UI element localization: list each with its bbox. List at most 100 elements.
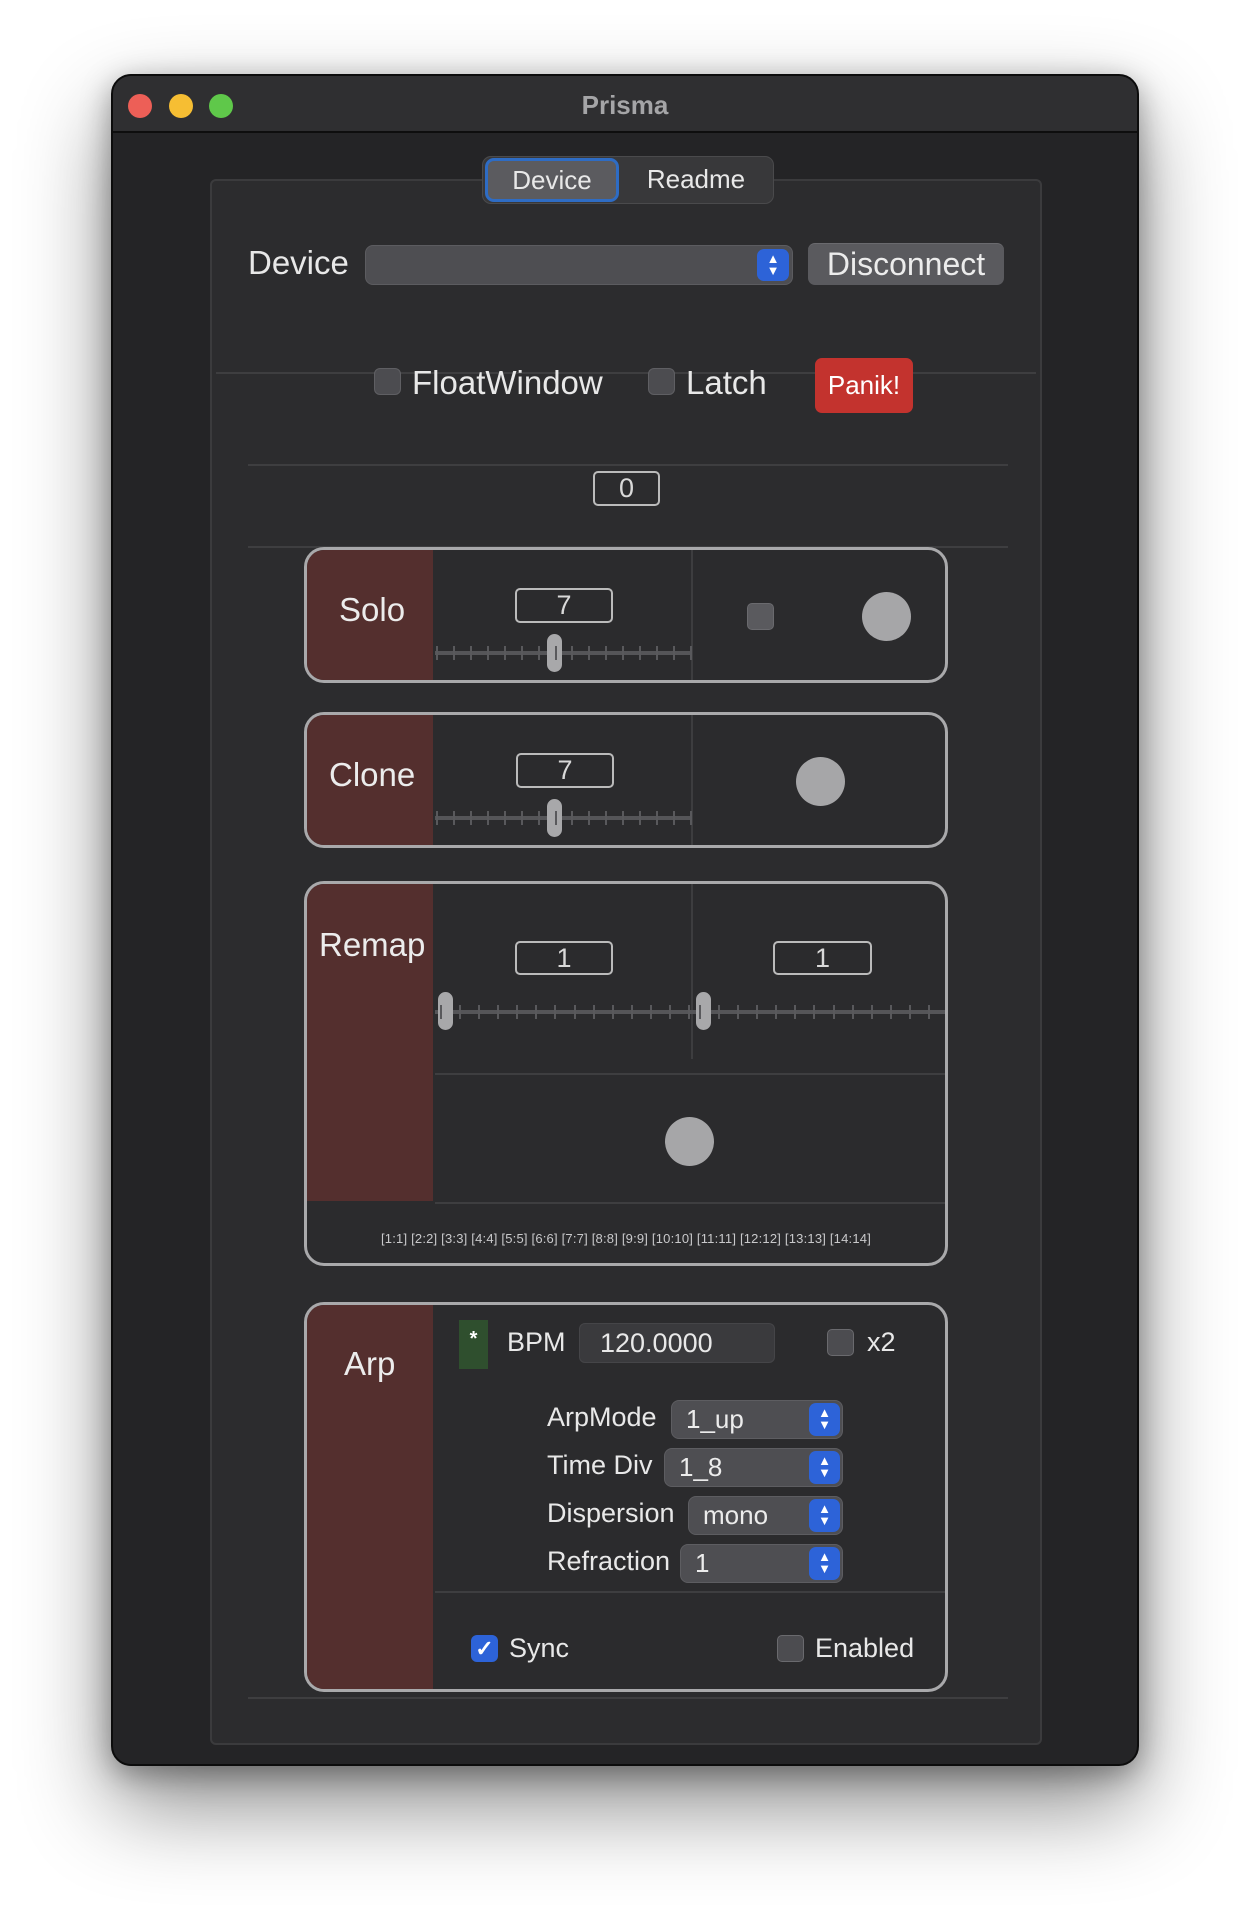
slider-tick [737, 1005, 740, 1019]
slider-tick [588, 811, 591, 825]
remap-left-value-field[interactable]: 1 [515, 941, 613, 975]
slider-tick [588, 646, 591, 660]
sync-checkbox[interactable]: ✓ [471, 1635, 498, 1662]
slider-tick [775, 1005, 778, 1019]
slider-tick [520, 646, 523, 660]
divider [435, 1202, 945, 1204]
slider-tick [668, 1005, 671, 1019]
slider-tick [690, 646, 692, 660]
arpmode-label: ArpMode [547, 1402, 657, 1432]
timediv-select[interactable]: 1_8 ▲ ▼ [664, 1448, 843, 1487]
slider-tick [699, 1005, 701, 1019]
slider-tick [478, 1005, 481, 1019]
divider [691, 550, 693, 680]
chevron-updown-icon: ▲ ▼ [809, 1451, 840, 1484]
tab-bar: Device Readme [482, 156, 774, 204]
arp-star-marker: * [459, 1320, 488, 1369]
remap-indicator [665, 1117, 714, 1166]
slider-tick [486, 811, 489, 825]
slider-tick [440, 1005, 442, 1019]
arp-title: Arp [344, 1345, 396, 1382]
slider-tick [535, 1005, 538, 1019]
bpm-input[interactable]: 120.0000 [579, 1323, 775, 1363]
tab-readme[interactable]: Readme [621, 157, 771, 203]
remap-title: Remap [319, 926, 426, 963]
clone-panel: Clone 7 [304, 712, 948, 848]
solo-indicator [862, 592, 911, 641]
slider-tick [813, 1005, 816, 1019]
arpmode-select[interactable]: 1_up ▲ ▼ [671, 1400, 843, 1439]
slider-tick [889, 1005, 892, 1019]
slider-tick [537, 811, 540, 825]
chevron-updown-icon: ▲ ▼ [757, 249, 789, 281]
slider-tick [503, 646, 506, 660]
slider-tick [537, 646, 540, 660]
slider-tick [469, 646, 472, 660]
timediv-value: 1_8 [679, 1452, 723, 1482]
slider-tick [497, 1005, 500, 1019]
latch-checkbox[interactable] [648, 368, 675, 395]
enabled-checkbox[interactable] [777, 1635, 804, 1662]
remap-right-value-field[interactable]: 1 [773, 941, 872, 975]
x2-label: x2 [867, 1327, 896, 1357]
slider-tick [611, 1005, 614, 1019]
chevron-updown-icon: ▲ ▼ [809, 1547, 840, 1580]
slider-tick [690, 811, 692, 825]
device-label: Device [248, 244, 349, 281]
solo-checkbox[interactable] [747, 603, 774, 630]
solo-slider-track[interactable] [435, 651, 691, 655]
latch-label: Latch [686, 364, 767, 401]
slider-tick [486, 646, 489, 660]
solo-panel: Solo 7 [304, 547, 948, 683]
panik-button[interactable]: Panik! [815, 358, 913, 413]
slider-tick [927, 1005, 930, 1019]
slider-tick [656, 811, 659, 825]
counter-field[interactable]: 0 [593, 471, 660, 506]
slider-tick [673, 811, 676, 825]
chevron-updown-icon: ▲ ▼ [809, 1403, 840, 1436]
bpm-label: BPM [507, 1327, 566, 1357]
refraction-value: 1 [695, 1548, 710, 1578]
slider-tick [571, 811, 574, 825]
slider-tick [573, 1005, 576, 1019]
slider-tick [649, 1005, 652, 1019]
floatwindow-label: FloatWindow [412, 364, 603, 401]
refraction-select[interactable]: 1 ▲ ▼ [680, 1544, 843, 1583]
arp-panel: Arp * BPM 120.0000 x2 ArpMode 1_up ▲ ▼ Ti… [304, 1302, 948, 1692]
title-bar[interactable]: Prisma [113, 76, 1137, 133]
solo-title: Solo [339, 591, 406, 628]
slider-tick [622, 646, 625, 660]
divider [248, 464, 1008, 466]
slider-tick [571, 646, 574, 660]
slider-tick [622, 811, 625, 825]
clone-value-field[interactable]: 7 [516, 753, 614, 788]
disconnect-button[interactable]: Disconnect [808, 243, 1004, 285]
dispersion-select[interactable]: mono ▲ ▼ [688, 1496, 843, 1535]
slider-tick [639, 811, 642, 825]
slider-tick [592, 1005, 595, 1019]
refraction-label: Refraction [547, 1546, 671, 1576]
solo-value-field[interactable]: 7 [515, 588, 613, 623]
sync-label: Sync [509, 1633, 570, 1663]
slider-tick [756, 1005, 759, 1019]
device-select[interactable]: ▲ ▼ [365, 245, 793, 285]
x2-checkbox[interactable] [827, 1329, 854, 1356]
arpmode-value: 1_up [686, 1404, 744, 1434]
clone-indicator [796, 757, 845, 806]
slider-tick [605, 811, 608, 825]
tab-device[interactable]: Device [485, 158, 619, 202]
app-window: Prisma Device Readme Device ▲ ▼ Disconnec… [111, 74, 1139, 1766]
slider-tick [656, 646, 659, 660]
divider [216, 372, 1036, 374]
enabled-label: Enabled [815, 1633, 915, 1663]
slider-tick [908, 1005, 911, 1019]
dispersion-label: Dispersion [547, 1498, 675, 1528]
slider-tick [459, 1005, 462, 1019]
slider-tick [554, 1005, 557, 1019]
floatwindow-checkbox[interactable] [374, 368, 401, 395]
chevron-updown-icon: ▲ ▼ [809, 1499, 840, 1532]
remap-mapping-text: [1:1] [2:2] [3:3] [4:4] [5:5] [6:6] [7:7… [380, 1231, 872, 1246]
divider [435, 1073, 945, 1075]
slider-tick [554, 811, 557, 825]
clone-slider-track[interactable] [435, 816, 691, 820]
